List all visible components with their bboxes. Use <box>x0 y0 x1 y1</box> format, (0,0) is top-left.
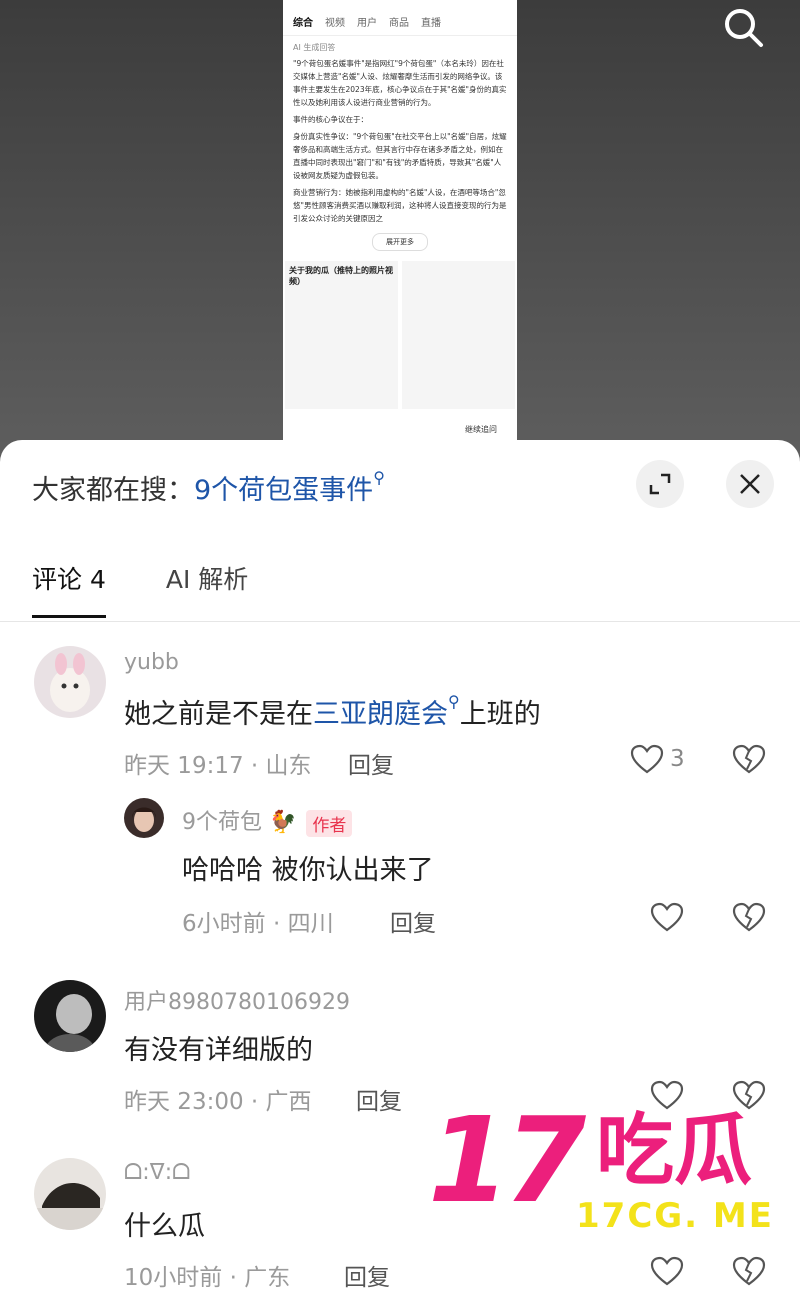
ai-bullet: 商业营销行为：她被指利用虚构的"名媛"人设，在酒吧等场合"忽悠"男性顾客消费买酒… <box>293 188 507 223</box>
avatar[interactable] <box>34 1158 106 1230</box>
broken-heart-icon <box>732 744 766 774</box>
avatar[interactable] <box>124 798 164 838</box>
divider <box>0 621 800 622</box>
heart-icon <box>630 744 664 774</box>
video-tab: 直播 <box>421 18 441 29</box>
search-icon[interactable] <box>722 6 764 48</box>
like-button[interactable] <box>650 1256 684 1286</box>
comment-meta: 10小时前 · 广东 <box>124 1265 291 1291</box>
expand-icon <box>649 473 671 495</box>
avatar[interactable] <box>34 646 106 718</box>
heart-icon <box>650 902 684 932</box>
watermark-logo: 17 吃瓜 17CG. ME <box>428 1100 788 1240</box>
watermark-number: 17 <box>428 1091 586 1229</box>
dislike-button[interactable] <box>732 902 766 936</box>
video-card: 关于我的瓜（推特上的照片视频） <box>285 261 398 409</box>
reply-button[interactable]: 回复 <box>356 1082 402 1116</box>
watermark-url: 17CG. ME <box>576 1196 774 1236</box>
dislike-button[interactable] <box>732 1256 766 1290</box>
expand-more-button: 展开更多 <box>372 233 428 251</box>
comment-username[interactable]: 用户8980780106929 <box>124 984 350 1016</box>
close-button[interactable] <box>726 460 774 508</box>
broken-heart-icon <box>732 1256 766 1286</box>
reply-button[interactable]: 回复 <box>344 1258 390 1292</box>
search-icon: ⚲ <box>373 468 385 487</box>
ai-bullet: 身份真实性争议："9个荷包蛋"在社交平台上以"名媛"自居，炫耀奢侈品和高端生活方… <box>293 132 507 180</box>
author-badge: 作者 <box>306 809 353 837</box>
avatar[interactable] <box>34 980 106 1052</box>
watermark-text: 吃瓜 <box>596 1106 753 1196</box>
hot-search-prefix: 大家都在搜： <box>32 475 194 506</box>
keyword-link[interactable]: 三亚朗庭会 <box>313 699 448 730</box>
comment-meta: 昨天 19:17 · 山东 <box>124 753 312 779</box>
comment-username[interactable]: yubb <box>124 650 179 675</box>
reply-username: 9个荷包 🐓 作者 <box>182 804 353 837</box>
video-frame[interactable]: 综合 视频 用户 商品 直播 AI 生成回答 "9个荷包蛋名媛事件"是指网红"9… <box>283 0 517 440</box>
video-tab: 视频 <box>325 18 345 29</box>
expand-button[interactable] <box>636 460 684 508</box>
tab-comments[interactable]: 评论 4 <box>32 560 106 618</box>
like-button[interactable] <box>650 902 684 932</box>
broken-heart-icon <box>732 902 766 932</box>
chicken-icon: 🐓 <box>262 810 297 835</box>
like-button[interactable]: 3 <box>630 744 685 774</box>
comment-text: 有没有详细版的 <box>124 1035 313 1066</box>
follow-up-button: 继续追问 <box>457 420 505 440</box>
hot-search[interactable]: 大家都在搜：9个荷包蛋事件⚲ <box>32 468 385 507</box>
ai-paragraph: 事件的核心争议在于： <box>293 115 368 124</box>
ai-paragraph: "9个荷包蛋名媛事件"是指网红"9个荷包蛋"（本名未玲）因在社交媒体上营造"名媛… <box>293 59 507 107</box>
reply-meta: 6小时前 · 四川 <box>182 911 334 937</box>
search-icon: ⚲ <box>448 692 460 711</box>
card-title: 关于我的瓜（推特上的照片视频） <box>289 266 393 286</box>
sheet-tabs: 评论 4 AI 解析 <box>32 560 248 618</box>
reply-text: 哈哈哈 被你认出来了 <box>182 855 434 886</box>
ai-label: AI 生成回答 <box>293 43 336 52</box>
comment-username[interactable]: ᗝ:ᐁ:ᗝ <box>124 1160 190 1185</box>
dislike-button[interactable] <box>732 744 766 778</box>
video-tab: 用户 <box>357 18 377 29</box>
video-tab: 商品 <box>389 18 409 29</box>
comment-meta: 昨天 23:00 · 广西 <box>124 1089 312 1115</box>
video-cards: 关于我的瓜（推特上的照片视频） <box>283 257 517 413</box>
reply-button[interactable]: 回复 <box>348 746 394 780</box>
tab-ai-analysis[interactable]: AI 解析 <box>166 560 248 596</box>
hot-search-keyword[interactable]: 9个荷包蛋事件 <box>194 475 373 506</box>
video-tab: 综合 <box>293 18 313 29</box>
video-card <box>402 261 515 409</box>
heart-icon <box>650 1256 684 1286</box>
comment-text: 她之前是不是在三亚朗庭会⚲上班的 <box>124 692 541 730</box>
like-count: 3 <box>670 746 685 772</box>
close-icon <box>740 474 760 494</box>
reply-button[interactable]: 回复 <box>390 904 436 938</box>
comment-text: 什么瓜 <box>124 1211 205 1242</box>
video-search-tabs: 综合 视频 用户 商品 直播 <box>283 0 517 36</box>
